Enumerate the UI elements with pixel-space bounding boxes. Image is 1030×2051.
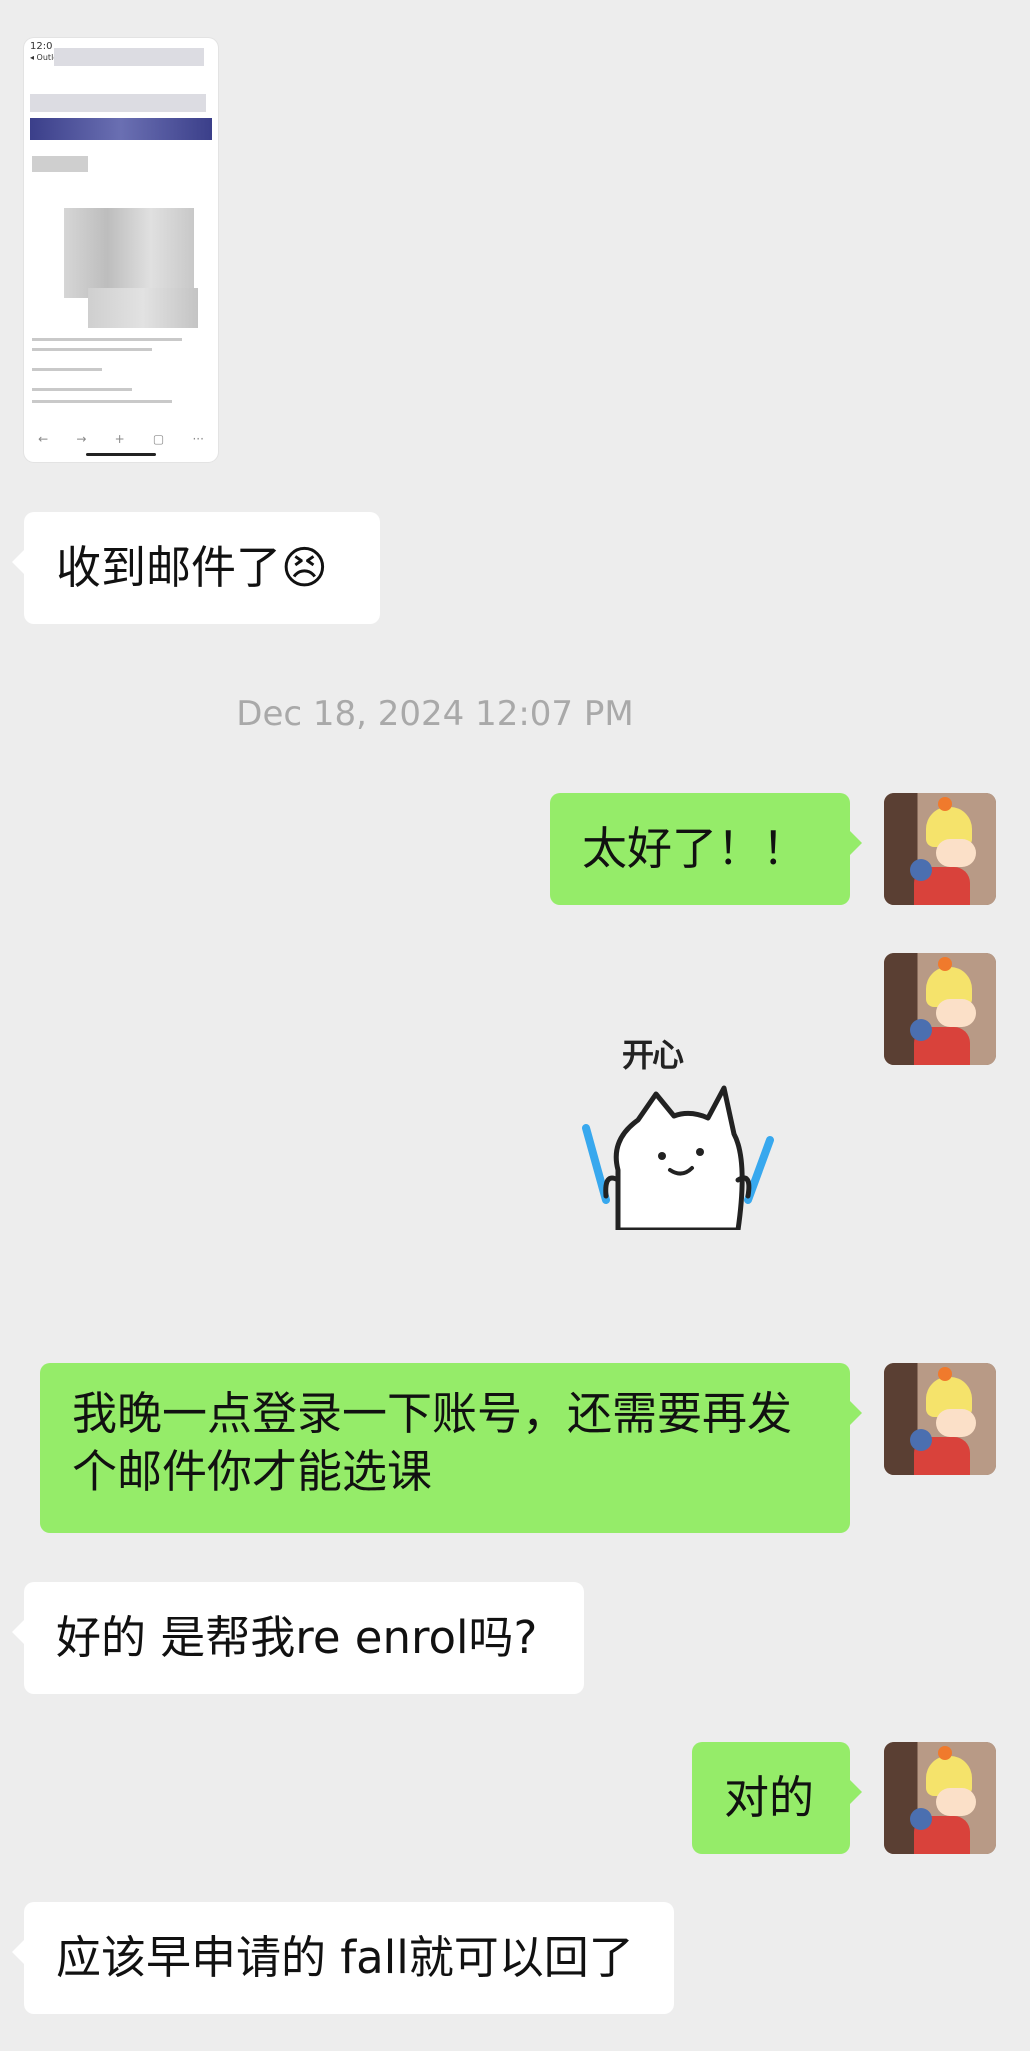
thumb-header-band: [30, 118, 212, 140]
message-timestamp: Dec 18, 2024 12:07 PM: [236, 694, 634, 734]
back-arrow-icon: ←: [38, 432, 49, 446]
thumb-blur: [30, 94, 206, 112]
message-text: 收到邮件了😣: [56, 541, 328, 594]
cat-icon: [582, 1085, 774, 1230]
thumb-blurred-region: [88, 288, 198, 328]
thumb-text-line: [32, 348, 152, 351]
thumb-browser-nav: ← → + ▢ ···: [24, 432, 218, 446]
user-avatar[interactable]: [884, 1363, 996, 1475]
happy-cat-sticker[interactable]: 开心: [578, 1030, 778, 1230]
incoming-message-bubble[interactable]: 应该早申请的 fall就可以回了: [12, 1902, 674, 2014]
outgoing-message-bubble[interactable]: 我晚一点登录一下账号，还需要再发 个邮件你才能选课: [40, 1363, 862, 1533]
thumb-text-line: [32, 388, 132, 391]
thumb-text-line: [32, 368, 102, 371]
message-text: 应该早申请的 fall就可以回了: [56, 1931, 634, 1984]
tabs-icon: ▢: [152, 432, 165, 446]
thumb-blurred-region: [64, 208, 194, 298]
user-avatar[interactable]: [884, 1742, 996, 1854]
thumb-status-time: 12:0: [30, 41, 53, 52]
shared-screenshot-image[interactable]: 12:0 ◂ Outlo ← → + ▢ ···: [24, 38, 218, 462]
outgoing-message-bubble[interactable]: 对的: [692, 1742, 862, 1854]
outgoing-message-bubble[interactable]: 太好了！！: [550, 793, 862, 905]
plus-icon: +: [114, 432, 125, 446]
message-text-line: 个邮件你才能选课: [72, 1445, 433, 1498]
thumb-text-line: [32, 338, 182, 341]
more-icon: ···: [192, 432, 204, 446]
thumb-text-line: [32, 400, 172, 403]
incoming-message-bubble[interactable]: 好的 是帮我re enrol吗?: [12, 1582, 584, 1694]
message-text: 对的: [724, 1771, 815, 1824]
message-text: 好的 是帮我re enrol吗?: [56, 1611, 538, 1664]
incoming-message-bubble[interactable]: 收到邮件了😣: [12, 512, 380, 624]
user-avatar[interactable]: [884, 953, 996, 1065]
thumb-block: [32, 156, 88, 172]
user-avatar[interactable]: [884, 793, 996, 905]
forward-arrow-icon: →: [76, 432, 87, 446]
message-text: 太好了！！: [582, 822, 808, 875]
thumb-blur: [54, 48, 204, 66]
thumb-home-indicator: [86, 453, 156, 456]
message-text-line: 我晚一点登录一下账号，还需要再发: [72, 1387, 793, 1440]
